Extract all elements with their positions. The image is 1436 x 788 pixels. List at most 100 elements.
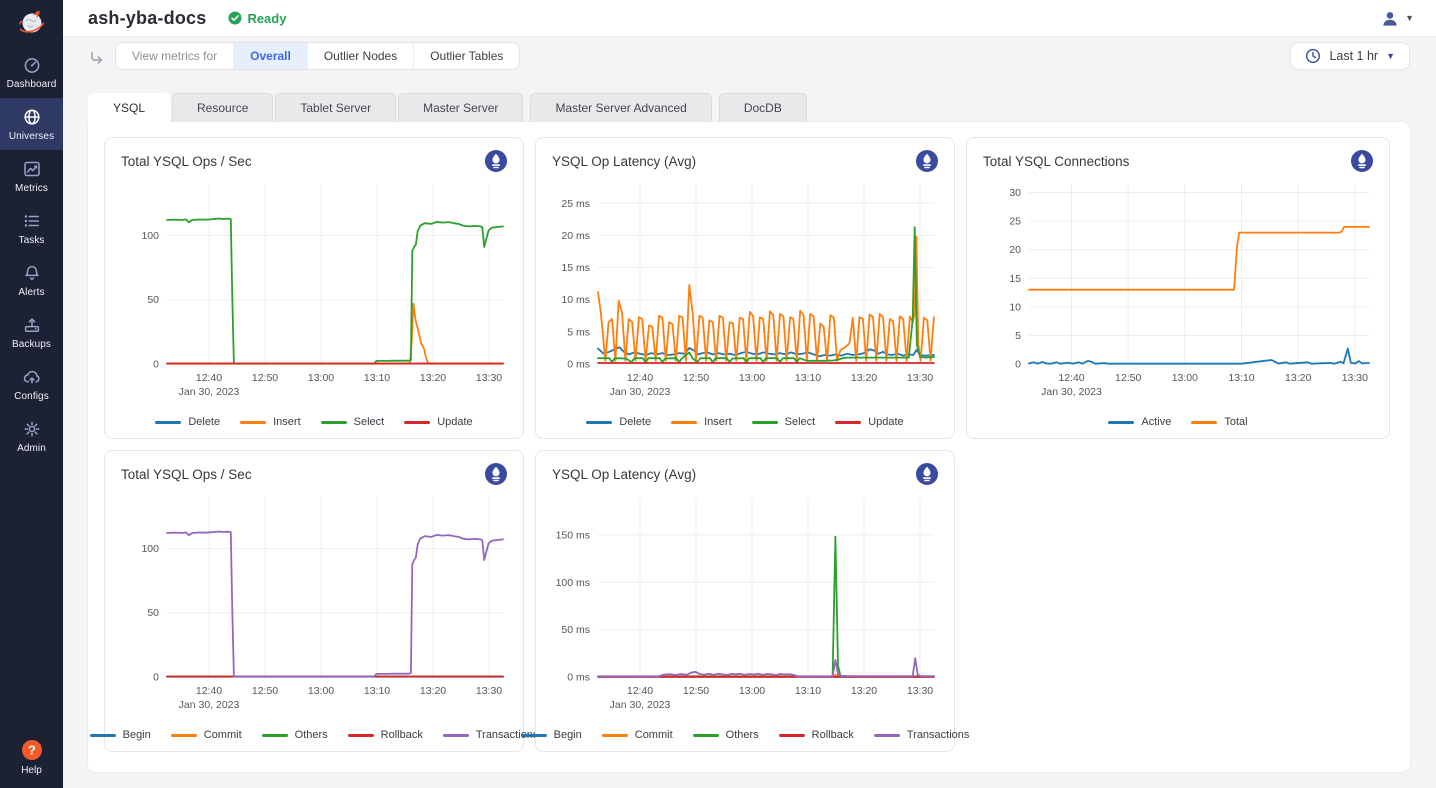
sidebar: Dashboard Universes Metrics Tasks — [0, 0, 63, 788]
chart-title: YSQL Op Latency (Avg) — [552, 467, 696, 482]
svg-text:0 ms: 0 ms — [567, 359, 590, 371]
legend-label: Delete — [619, 416, 651, 428]
legend-item-insert[interactable]: Insert — [240, 416, 301, 428]
chart-title: Total YSQL Ops / Sec — [121, 467, 252, 482]
legend-item-others[interactable]: Others — [693, 729, 759, 741]
legend-item-rollback[interactable]: Rollback — [779, 729, 854, 741]
legend-item-insert[interactable]: Insert — [671, 416, 732, 428]
series-line-insert — [167, 304, 503, 364]
chart-plot[interactable]: 12:40Jan 30, 202312:5013:0013:1013:2013:… — [552, 176, 938, 413]
legend-swatch — [671, 421, 697, 424]
sidebar-item-admin[interactable]: Admin — [0, 410, 63, 462]
sidebar-item-help[interactable]: ? Help — [0, 729, 63, 788]
legend-item-delete[interactable]: Delete — [586, 416, 651, 428]
legend-label: Delete — [188, 416, 220, 428]
legend-swatch — [155, 421, 181, 424]
chart-svg: 12:40Jan 30, 202312:5013:0013:1013:2013:… — [552, 176, 940, 408]
svg-text:100: 100 — [141, 543, 159, 555]
series-line-select — [167, 219, 503, 364]
chart-plot[interactable]: 12:40Jan 30, 202312:5013:0013:1013:2013:… — [983, 176, 1373, 413]
sidebar-item-alerts[interactable]: Alerts — [0, 254, 63, 306]
prometheus-icon[interactable] — [1351, 150, 1373, 172]
legend-label: Commit — [635, 729, 673, 741]
alerts-icon — [22, 263, 42, 283]
svg-text:12:40: 12:40 — [627, 372, 653, 384]
svg-text:13:10: 13:10 — [364, 372, 390, 384]
svg-text:15: 15 — [1009, 273, 1021, 285]
scope-option-overall[interactable]: Overall — [233, 43, 307, 69]
app-root: Dashboard Universes Metrics Tasks — [0, 0, 1436, 788]
tab-ysql[interactable]: YSQL — [88, 93, 170, 122]
tab-resource[interactable]: Resource — [172, 93, 273, 122]
svg-text:13:30: 13:30 — [476, 685, 502, 697]
prometheus-icon[interactable] — [916, 150, 938, 172]
legend-label: Insert — [704, 416, 732, 428]
legend-item-select[interactable]: Select — [752, 416, 816, 428]
svg-text:30: 30 — [1009, 187, 1021, 199]
legend-label: Begin — [554, 729, 582, 741]
scope-option-outlier-tables[interactable]: Outlier Tables — [413, 43, 519, 69]
universes-icon — [22, 107, 42, 127]
legend-item-commit[interactable]: Commit — [171, 729, 242, 741]
help-icon: ? — [21, 739, 43, 761]
legend-item-select[interactable]: Select — [321, 416, 385, 428]
tab-docdb[interactable]: DocDB — [719, 93, 807, 122]
chart-title: Total YSQL Ops / Sec — [121, 154, 252, 169]
legend-item-update[interactable]: Update — [404, 416, 472, 428]
chart-plot[interactable]: 12:40Jan 30, 202312:5013:0013:1013:2013:… — [552, 489, 938, 726]
legend-item-update[interactable]: Update — [835, 416, 903, 428]
chart-card-ysql-op-latency-transactions: YSQL Op Latency (Avg) 12:40Jan 30, 20231… — [535, 450, 955, 752]
legend-item-others[interactable]: Others — [262, 729, 328, 741]
prometheus-icon[interactable] — [485, 463, 507, 485]
chart-svg: 12:40Jan 30, 202312:5013:0013:1013:2013:… — [121, 489, 509, 721]
svg-text:13:10: 13:10 — [795, 685, 821, 697]
tab-tablet-server[interactable]: Tablet Server — [275, 93, 396, 122]
legend-item-transactions[interactable]: Transactions — [874, 729, 970, 741]
chart-plot[interactable]: 12:40Jan 30, 202312:5013:0013:1013:2013:… — [121, 176, 507, 413]
svg-text:12:50: 12:50 — [252, 372, 278, 384]
sidebar-item-label: Tasks — [18, 235, 44, 246]
dashboard-icon — [22, 55, 42, 75]
sidebar-item-metrics[interactable]: Metrics — [0, 150, 63, 202]
chart-legend: Delete Insert Select Update — [552, 416, 938, 428]
user-menu[interactable]: ▼ — [1381, 10, 1414, 27]
legend-item-commit[interactable]: Commit — [602, 729, 673, 741]
svg-text:13:20: 13:20 — [851, 685, 877, 697]
sidebar-item-dashboard[interactable]: Dashboard — [0, 46, 63, 98]
yugabyte-logo[interactable] — [0, 0, 63, 46]
legend-swatch — [1108, 421, 1134, 424]
legend-swatch — [171, 734, 197, 737]
svg-text:13:20: 13:20 — [851, 372, 877, 384]
legend-item-begin[interactable]: Begin — [90, 729, 151, 741]
sidebar-item-label: Universes — [9, 131, 54, 142]
time-range-selector[interactable]: Last 1 hr ▼ — [1290, 42, 1410, 70]
tab-master-server-advanced[interactable]: Master Server Advanced — [530, 93, 711, 122]
series-line-active — [1029, 349, 1369, 364]
svg-text:50: 50 — [147, 607, 159, 619]
chart-svg: 12:40Jan 30, 202312:5013:0013:1013:2013:… — [552, 489, 940, 721]
sidebar-item-configs[interactable]: Configs — [0, 358, 63, 410]
configs-icon — [22, 367, 42, 387]
legend-item-active[interactable]: Active — [1108, 416, 1171, 428]
legend-item-rollback[interactable]: Rollback — [348, 729, 423, 741]
universe-title: ash-yba-docs — [88, 8, 206, 29]
sidebar-item-tasks[interactable]: Tasks — [0, 202, 63, 254]
svg-text:Jan 30, 2023: Jan 30, 2023 — [179, 699, 240, 711]
legend-item-begin[interactable]: Begin — [521, 729, 582, 741]
sidebar-item-backups[interactable]: Backups — [0, 306, 63, 358]
svg-text:12:50: 12:50 — [683, 372, 709, 384]
svg-text:Jan 30, 2023: Jan 30, 2023 — [179, 386, 240, 398]
svg-text:13:10: 13:10 — [1228, 372, 1254, 384]
admin-icon — [22, 419, 42, 439]
legend-item-delete[interactable]: Delete — [155, 416, 220, 428]
sidebar-item-universes[interactable]: Universes — [0, 98, 63, 150]
sidebar-nav: Dashboard Universes Metrics Tasks — [0, 46, 63, 462]
chart-card-ysql-op-latency: YSQL Op Latency (Avg) 12:40Jan 30, 20231… — [535, 137, 955, 439]
chart-legend: BeginCommitOthersRollbackTransactions — [121, 729, 507, 741]
chart-plot[interactable]: 12:40Jan 30, 202312:5013:0013:1013:2013:… — [121, 489, 507, 726]
scope-option-outlier-nodes[interactable]: Outlier Nodes — [307, 43, 413, 69]
legend-item-total[interactable]: Total — [1191, 416, 1247, 428]
prometheus-icon[interactable] — [485, 150, 507, 172]
prometheus-icon[interactable] — [916, 463, 938, 485]
tab-master-server[interactable]: Master Server — [398, 93, 523, 122]
